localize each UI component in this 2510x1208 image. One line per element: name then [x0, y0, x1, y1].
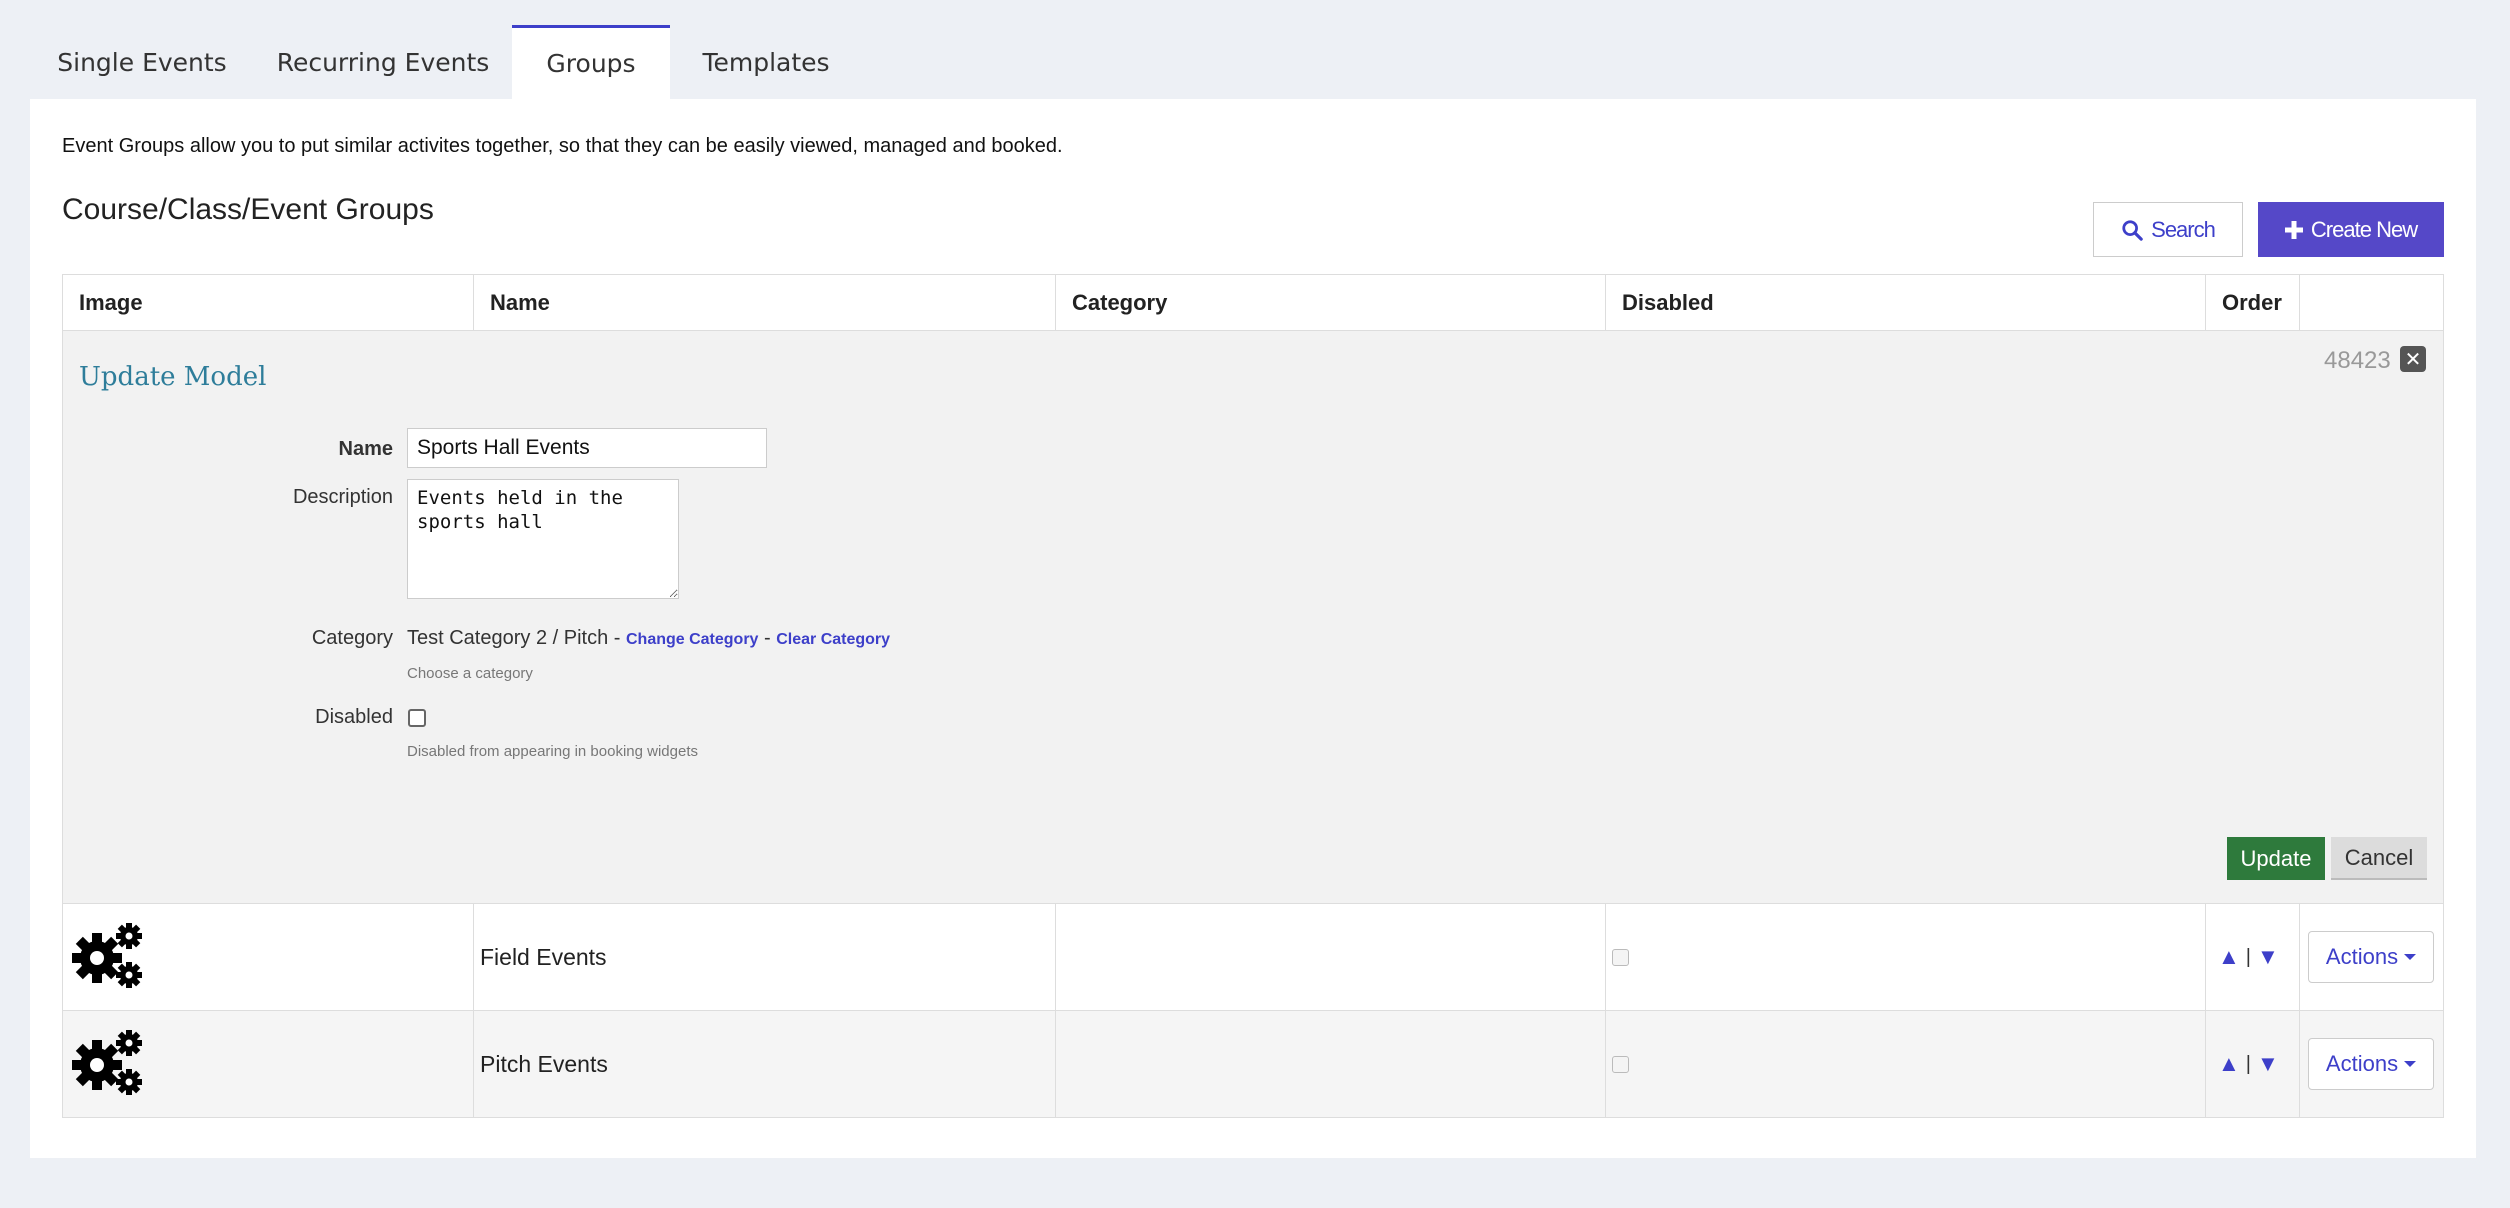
name-input[interactable]	[407, 428, 767, 468]
category-cell	[1056, 904, 1606, 1010]
order-separator: |	[2245, 945, 2251, 968]
update-model-form: Update Model 48423 ✕ Name Description Ev…	[63, 331, 2443, 904]
gears-icon	[72, 1030, 142, 1095]
tab-recurring-events[interactable]: Recurring Events	[254, 25, 512, 99]
category-value-line: Test Category 2 / Pitch - Change Categor…	[407, 627, 890, 650]
col-header-name: Name	[474, 275, 1056, 330]
category-help-text: Choose a category	[407, 665, 533, 682]
move-up-icon[interactable]: ▲	[2218, 1051, 2240, 1077]
move-down-icon[interactable]: ▼	[2257, 944, 2279, 970]
disabled-cell	[1606, 904, 2206, 1010]
order-separator: |	[2245, 1052, 2251, 1075]
change-category-link[interactable]: Change Category	[626, 631, 758, 648]
tab-bar: Single Events Recurring Events Groups Te…	[30, 25, 862, 99]
actions-dropdown-button[interactable]: Actions	[2308, 931, 2434, 983]
actions-cell: Actions	[2300, 1011, 2445, 1117]
col-header-image: Image	[63, 275, 474, 330]
search-button[interactable]: Search	[2093, 202, 2243, 257]
update-button[interactable]: Update	[2227, 837, 2325, 880]
description-textarea[interactable]: Events held in the sports hall	[407, 479, 679, 599]
close-icon[interactable]: ✕	[2400, 346, 2426, 372]
disabled-checkbox[interactable]	[408, 709, 426, 727]
intro-text: Event Groups allow you to put similar ac…	[62, 135, 1063, 157]
row-name: Pitch Events	[480, 1050, 608, 1077]
order-cell: ▲ | ▼	[2206, 904, 2300, 1010]
page-title: Course/Class/Event Groups	[62, 193, 434, 226]
order-cell: ▲ | ▼	[2206, 1011, 2300, 1117]
search-icon	[2122, 219, 2143, 241]
col-header-order: Order	[2206, 275, 2300, 330]
name-cell: Pitch Events	[474, 1011, 1056, 1117]
cancel-button[interactable]: Cancel	[2331, 837, 2427, 880]
search-button-label: Search	[2151, 216, 2216, 242]
disabled-cell	[1606, 1011, 2206, 1117]
caret-down-icon	[2404, 954, 2417, 960]
record-id: 48423	[2324, 347, 2391, 374]
image-cell	[63, 904, 474, 1010]
actions-dropdown-button[interactable]: Actions	[2308, 1038, 2434, 1090]
form-title: Update Model	[79, 362, 267, 392]
table-row: Pitch Events ▲ | ▼ Actions	[63, 1011, 2443, 1117]
disabled-label: Disabled	[315, 706, 393, 728]
create-new-button[interactable]: Create New	[2258, 202, 2444, 257]
table-row: Field Events ▲ | ▼ Actions	[63, 904, 2443, 1011]
move-down-icon[interactable]: ▼	[2257, 1051, 2279, 1077]
caret-down-icon	[2404, 1061, 2417, 1067]
col-header-disabled: Disabled	[1606, 275, 2206, 330]
row-disabled-checkbox	[1612, 948, 1629, 966]
category-label: Category	[311, 627, 393, 649]
actions-label: Actions	[2325, 1051, 2399, 1076]
row-disabled-checkbox	[1612, 1055, 1629, 1073]
table-header: Image Name Category Disabled Order	[63, 275, 2443, 331]
clear-category-link[interactable]: Clear Category	[776, 631, 890, 648]
actions-cell: Actions	[2300, 904, 2445, 1010]
gears-icon	[72, 923, 142, 988]
disabled-help-text: Disabled from appearing in booking widge…	[407, 743, 699, 760]
groups-table: Image Name Category Disabled Order Updat…	[62, 274, 2444, 1118]
description-label: Description	[292, 486, 393, 508]
col-header-category: Category	[1056, 275, 1606, 330]
move-up-icon[interactable]: ▲	[2218, 944, 2240, 970]
create-new-label: Create New	[2310, 216, 2418, 242]
image-cell	[63, 1011, 474, 1117]
actions-label: Actions	[2325, 944, 2399, 969]
name-cell: Field Events	[474, 904, 1056, 1010]
category-value: Test Category 2 / Pitch -	[407, 627, 626, 649]
main-panel: Event Groups allow you to put similar ac…	[30, 99, 2476, 1158]
tab-templates[interactable]: Templates	[670, 25, 862, 99]
tab-single-events[interactable]: Single Events	[30, 25, 254, 99]
category-cell	[1056, 1011, 1606, 1117]
tab-groups[interactable]: Groups	[512, 25, 670, 99]
plus-icon	[2284, 220, 2303, 239]
row-name: Field Events	[480, 943, 607, 970]
category-separator: -	[758, 627, 777, 649]
col-header-actions	[2300, 275, 2445, 330]
name-label: Name	[338, 438, 393, 460]
